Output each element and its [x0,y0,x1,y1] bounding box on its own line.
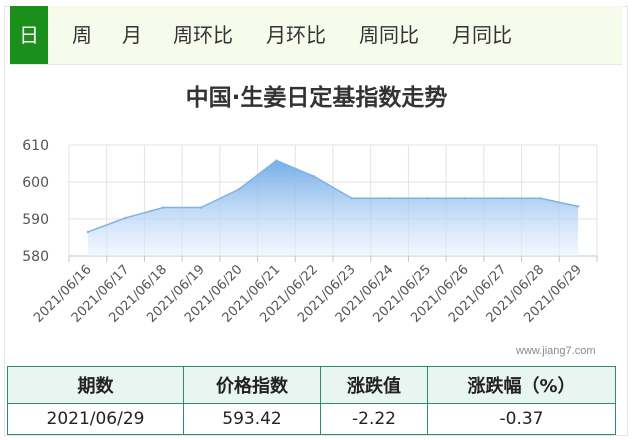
data-point [350,197,354,200]
y-tick-label: 590 [22,212,49,228]
data-point [86,230,90,234]
data-point [539,197,542,200]
data-point [388,197,391,200]
data-point [463,197,467,200]
header-period: 期数 [7,366,184,404]
cell-price-index: 593.42 [183,403,321,435]
data-point [199,206,203,209]
y-tick-label: 600 [22,175,49,191]
data-point [162,206,165,209]
y-tick-label: 610 [22,138,49,154]
header-change-percent: 涨跌幅（%） [427,366,616,404]
data-point [576,205,580,208]
cell-change-percent: -0.37 [427,403,616,435]
data-point [237,188,240,191]
header-price-index: 价格指数 [183,366,321,404]
cell-change-value: -2.22 [320,403,428,435]
data-point [426,197,429,200]
cell-period: 2021/06/29 [7,403,184,435]
chart-axes [68,255,598,262]
header-change-value: 涨跌值 [320,366,428,404]
table-row: 2021/06/29 593.42 -2.22 -0.37 [7,403,616,435]
data-point [124,216,127,220]
data-point [312,175,316,178]
watermark: www.jiang7.com [516,345,596,357]
data-point [501,197,504,200]
y-tick-label: 580 [22,249,49,265]
summary-table: 期数 价格指数 涨跌值 涨跌幅（%） 2021/06/29 593.42 -2.… [7,366,616,435]
data-point [275,159,278,162]
summary-header-row: 期数 价格指数 涨跌值 涨跌幅（%） [7,366,616,404]
